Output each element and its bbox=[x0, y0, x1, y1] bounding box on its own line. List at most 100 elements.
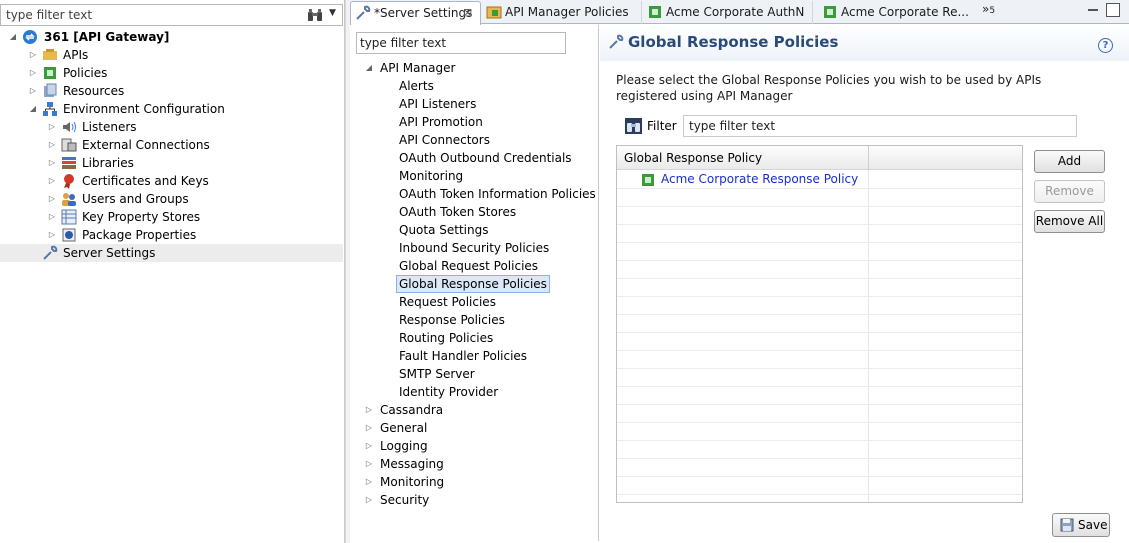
pane-splitter[interactable] bbox=[345, 0, 350, 543]
maximize-icon[interactable] bbox=[1106, 3, 1120, 17]
settings-item-label: Routing Policies bbox=[399, 331, 494, 345]
expand-arrow-icon[interactable]: ▷ bbox=[28, 82, 38, 100]
tree-item-label: 361 [API Gateway] bbox=[44, 30, 170, 44]
expand-arrow-icon[interactable]: ▷ bbox=[364, 401, 374, 419]
policy-icon bbox=[824, 6, 836, 18]
filter-dropdown-icon[interactable]: ▼ bbox=[329, 8, 336, 18]
tree-item-label: Resources bbox=[63, 84, 125, 98]
tree-item-apis[interactable]: ▷ APIs bbox=[0, 46, 343, 64]
package-properties-icon bbox=[62, 228, 76, 242]
listeners-icon bbox=[63, 121, 76, 133]
tree-item-label: Users and Groups bbox=[82, 192, 189, 206]
expand-arrow-icon[interactable]: ▷ bbox=[47, 226, 57, 244]
expand-arrow-icon[interactable]: ▷ bbox=[28, 46, 38, 64]
settings-item-label: Identity Provider bbox=[399, 385, 499, 399]
expand-arrow-icon[interactable]: ▷ bbox=[364, 437, 374, 455]
policies-icon bbox=[44, 67, 56, 79]
help-icon[interactable]: ? bbox=[1098, 38, 1113, 53]
expand-arrow-icon[interactable]: ▷ bbox=[47, 118, 57, 136]
close-tab-icon[interactable]: ⊠ bbox=[463, 2, 472, 24]
expand-arrow-icon[interactable]: ▷ bbox=[364, 419, 374, 437]
tree-item-label: Key Property Stores bbox=[82, 210, 201, 224]
remove-all-button[interactable]: Remove All bbox=[1034, 210, 1105, 233]
tree-item-key-property-stores[interactable]: ▷ Key Property Stores bbox=[0, 208, 343, 226]
navigator-filter-input[interactable]: type filter text ▼ bbox=[0, 4, 343, 26]
expand-arrow-icon[interactable]: ▷ bbox=[47, 190, 57, 208]
row-divider bbox=[617, 494, 1022, 495]
expand-arrow-icon[interactable]: ▷ bbox=[47, 136, 57, 154]
api-manager-policies-icon bbox=[486, 6, 502, 19]
policy-filter-input[interactable] bbox=[683, 115, 1077, 137]
more-tabs-button[interactable]: »5 bbox=[982, 2, 995, 16]
tab-acme-corporate-response[interactable]: Acme Corporate Re... bbox=[818, 1, 978, 24]
expand-arrow-icon[interactable]: ▷ bbox=[364, 455, 374, 473]
row-divider bbox=[617, 260, 1022, 261]
table-header[interactable]: Global Response Policy bbox=[617, 146, 1022, 170]
settings-item-label: Global Response Policies bbox=[396, 275, 550, 293]
tree-item-libraries[interactable]: ▷ Libraries bbox=[0, 154, 343, 172]
tree-item-label: Package Properties bbox=[82, 228, 197, 242]
tree-item-external-connections[interactable]: ▷ External Connections bbox=[0, 136, 343, 154]
collapse-arrow-icon[interactable]: ◢ bbox=[364, 59, 374, 77]
settings-item-label: OAuth Token Information Policies bbox=[399, 187, 596, 201]
settings-item-label: OAuth Outbound Credentials bbox=[399, 151, 572, 165]
save-button[interactable]: Save bbox=[1052, 513, 1110, 537]
tree-item-label: Environment Configuration bbox=[63, 102, 225, 116]
policy-table: Global Response Policy Acme Corporate Re… bbox=[616, 145, 1023, 503]
key-property-stores-icon bbox=[61, 209, 77, 225]
settings-item-label: OAuth Token Stores bbox=[399, 205, 517, 219]
settings-item-label: API Listeners bbox=[399, 97, 477, 111]
collapse-arrow-icon[interactable]: ◢ bbox=[28, 100, 38, 118]
row-divider bbox=[617, 476, 1022, 477]
settings-item-label: Global Request Policies bbox=[399, 259, 539, 273]
row-divider bbox=[617, 242, 1022, 243]
tab-api-manager-policies[interactable]: API Manager Policies bbox=[482, 1, 642, 24]
policy-name[interactable]: Acme Corporate Response Policy bbox=[661, 172, 858, 186]
tree-item-users-and-groups[interactable]: ▷ Users and Groups bbox=[0, 190, 343, 208]
row-divider bbox=[617, 458, 1022, 459]
settings-item-label: Cassandra bbox=[380, 403, 444, 417]
page-description: Please select the Global Response Polici… bbox=[616, 73, 1042, 103]
expand-arrow-icon[interactable]: ▷ bbox=[364, 473, 374, 491]
settings-filter-input[interactable]: type filter text bbox=[356, 32, 566, 54]
navigator-pane: type filter text ▼ ◢ 361 [API Gateway] ▷… bbox=[0, 0, 345, 543]
settings-item-label: Logging bbox=[380, 439, 428, 453]
settings-item-label: Request Policies bbox=[399, 295, 496, 309]
tab-server-settings[interactable]: *Server Settings ⊠ bbox=[350, 1, 481, 25]
tree-item-package-properties[interactable]: ▷ Package Properties bbox=[0, 226, 343, 244]
expand-arrow-icon[interactable]: ▷ bbox=[28, 64, 38, 82]
settings-item-label: Security bbox=[380, 493, 430, 507]
navigator-filter-placeholder: type filter text bbox=[6, 8, 93, 22]
tree-item-listeners[interactable]: ▷ Listeners bbox=[0, 118, 343, 136]
column-header-global-response-policy[interactable]: Global Response Policy bbox=[624, 151, 762, 165]
tree-item-environment-configuration[interactable]: ◢ Environment Configuration bbox=[0, 100, 343, 118]
tree-item-label: Listeners bbox=[82, 120, 137, 134]
tree-item-label: Policies bbox=[63, 66, 108, 80]
tree-item-api-gateway[interactable]: ◢ 361 [API Gateway] bbox=[0, 28, 343, 46]
tree-item-resources[interactable]: ▷ Resources bbox=[0, 82, 343, 100]
external-connections-icon bbox=[61, 138, 77, 152]
tree-item-certificates-and-keys[interactable]: ▷ Certificates and Keys bbox=[0, 172, 343, 190]
row-divider bbox=[617, 296, 1022, 297]
minimize-icon[interactable] bbox=[1086, 3, 1100, 17]
collapse-arrow-icon[interactable]: ◢ bbox=[8, 28, 18, 46]
add-button[interactable]: Add bbox=[1034, 150, 1105, 173]
table-row[interactable]: Acme Corporate Response Policy bbox=[617, 170, 1022, 188]
binoculars-icon[interactable] bbox=[307, 8, 323, 22]
settings-item-label: Quota Settings bbox=[399, 223, 489, 237]
tree-item-server-settings[interactable]: Server Settings bbox=[0, 244, 343, 262]
expand-arrow-icon[interactable]: ▷ bbox=[47, 154, 57, 172]
tab-acme-corporate-authn[interactable]: Acme Corporate AuthN bbox=[643, 1, 813, 24]
remove-button[interactable]: Remove bbox=[1034, 180, 1105, 203]
row-divider bbox=[617, 440, 1022, 441]
expand-arrow-icon[interactable]: ▷ bbox=[47, 172, 57, 190]
tree-item-policies[interactable]: ▷ Policies bbox=[0, 64, 343, 82]
environment-icon bbox=[43, 102, 57, 116]
row-divider bbox=[617, 422, 1022, 423]
settings-item-label: API Manager bbox=[380, 61, 456, 75]
expand-arrow-icon[interactable]: ▷ bbox=[47, 208, 57, 226]
expand-arrow-icon[interactable]: ▷ bbox=[364, 491, 374, 509]
tab-label: API Manager Policies bbox=[505, 5, 629, 19]
tree-item-label: APIs bbox=[63, 48, 89, 62]
row-divider bbox=[617, 224, 1022, 225]
